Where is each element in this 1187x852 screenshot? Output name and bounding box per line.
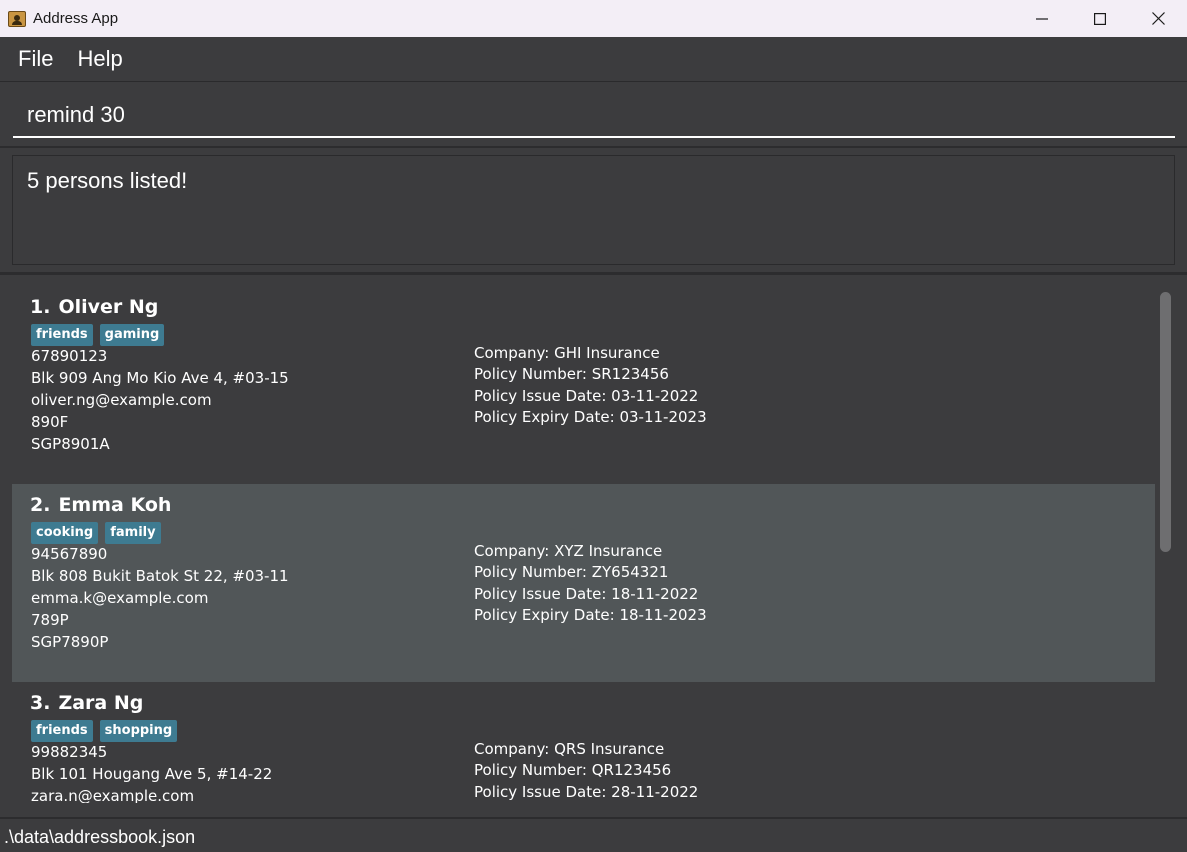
email: oliver.ng@example.com <box>31 391 212 409</box>
contact-details: 94567890 Blk 808 Bukit Batok St 22, #03-… <box>31 543 289 653</box>
phone: 67890123 <box>31 347 108 365</box>
policy-details: Company: QRS Insurance Policy Number: QR… <box>474 739 698 803</box>
email: emma.k@example.com <box>31 589 209 607</box>
policy-details: Company: XYZ Insurance Policy Number: ZY… <box>474 541 707 626</box>
policy-issue-date: Policy Issue Date: 28-11-2022 <box>474 782 699 801</box>
scrollbar[interactable] <box>1155 286 1175 803</box>
person-list: 1. Oliver Ng friends gaming 67890123 Blk … <box>12 286 1175 803</box>
address: Blk 909 Ang Mo Kio Ave 4, #03-15 <box>31 369 289 387</box>
policy-number: Policy Number: SR123456 <box>474 365 669 384</box>
tag: friends <box>31 324 93 346</box>
company: Company: XYZ Insurance <box>474 542 663 560</box>
email: zara.n@example.com <box>31 787 195 803</box>
policy-expiry-date: Policy Expiry Date: 03-11-2023 <box>474 407 707 426</box>
policy-number: Policy Number: QR123456 <box>474 761 672 780</box>
maximize-icon <box>1094 12 1106 25</box>
address: Blk 101 Hougang Ave 5, #14-22 <box>31 765 273 783</box>
minimize-button[interactable] <box>1013 0 1071 37</box>
detail-field: 789P <box>31 611 69 629</box>
close-icon <box>1151 12 1165 25</box>
command-box <box>0 82 1187 148</box>
person-card-selected[interactable]: 2. Emma Koh cooking family 94567890 Blk 8… <box>12 484 1155 682</box>
result-display: 5 persons listed! <box>12 155 1175 265</box>
result-display-area: 5 persons listed! <box>0 148 1187 275</box>
command-input[interactable] <box>13 94 1175 138</box>
address-book-icon <box>8 10 26 27</box>
company: Company: GHI Insurance <box>474 344 660 362</box>
policy-issue-date: Policy Issue Date: 03-11-2022 <box>474 386 699 405</box>
contact-details: 67890123 Blk 909 Ang Mo Kio Ave 4, #03-1… <box>31 345 289 455</box>
tag: cooking <box>31 522 99 544</box>
detail-field: 890F <box>31 413 69 431</box>
tag-list: friends gaming <box>31 324 171 346</box>
policy-number: Policy Number: ZY654321 <box>474 563 669 582</box>
person-card[interactable]: 3. Zara Ng friends shopping 99882345 Blk … <box>12 682 1155 803</box>
tag-list: friends shopping <box>31 720 184 742</box>
policy-expiry-date: Policy Expiry Date: 18-11-2023 <box>474 605 707 624</box>
tag: shopping <box>99 720 178 742</box>
detail-field: SGP8901A <box>31 435 110 453</box>
policy-issue-date: Policy Issue Date: 18-11-2022 <box>474 584 699 603</box>
person-name: 3. Zara Ng <box>30 692 143 714</box>
title-bar: Address App <box>0 0 1187 37</box>
person-name-text: Emma Koh <box>58 494 172 516</box>
person-name-text: Oliver Ng <box>58 296 159 318</box>
tag: family <box>105 522 161 544</box>
policy-details: Company: GHI Insurance Policy Number: SR… <box>474 343 707 428</box>
tag: friends <box>31 720 93 742</box>
tag-list: cooking family <box>31 522 168 544</box>
person-index: 2. <box>30 494 51 516</box>
menu-help[interactable]: Help <box>77 46 122 72</box>
contact-details: 99882345 Blk 101 Hougang Ave 5, #14-22 z… <box>31 741 272 803</box>
phone: 99882345 <box>31 743 108 761</box>
close-button[interactable] <box>1129 0 1187 37</box>
maximize-button[interactable] <box>1071 0 1129 37</box>
person-name: 1. Oliver Ng <box>30 296 158 318</box>
scrollbar-thumb[interactable] <box>1160 292 1171 552</box>
menu-bar: File Help <box>0 37 1187 82</box>
menu-file[interactable]: File <box>18 46 53 72</box>
person-index: 1. <box>30 296 51 318</box>
address: Blk 808 Bukit Batok St 22, #03-11 <box>31 567 289 585</box>
person-card[interactable]: 1. Oliver Ng friends gaming 67890123 Blk … <box>12 286 1155 484</box>
person-index: 3. <box>30 692 51 714</box>
company: Company: QRS Insurance <box>474 740 665 758</box>
window-controls <box>1013 0 1187 37</box>
window-title: Address App <box>33 10 119 27</box>
detail-field: SGP7890P <box>31 633 109 651</box>
tag: gaming <box>99 324 165 346</box>
person-name: 2. Emma Koh <box>30 494 171 516</box>
minimize-icon <box>1036 17 1048 20</box>
status-bar: .\data\addressbook.json <box>0 817 1187 852</box>
file-path: .\data\addressbook.json <box>4 827 196 847</box>
person-name-text: Zara Ng <box>58 692 144 714</box>
phone: 94567890 <box>31 545 108 563</box>
